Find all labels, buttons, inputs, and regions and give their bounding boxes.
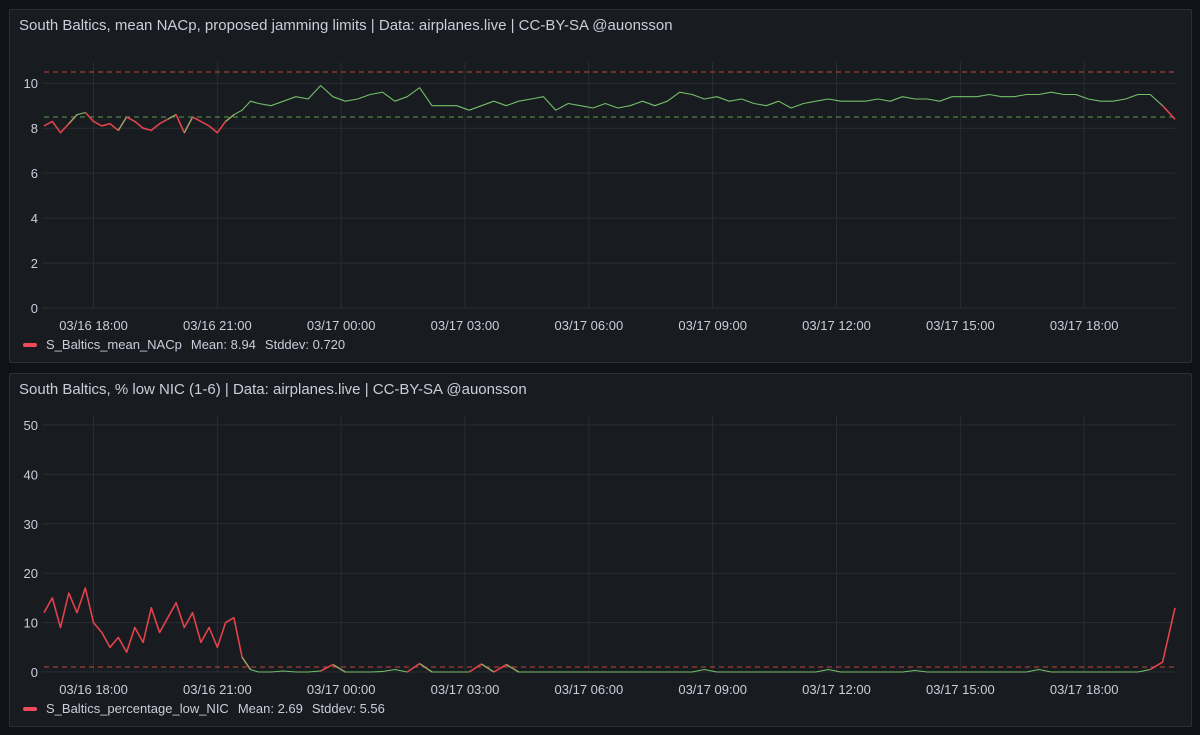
x-tick-label: 03/17 18:00 [1050,318,1119,333]
x-tick-label: 03/17 12:00 [802,682,871,697]
series-line[interactable] [241,656,334,673]
y-tick-label: 10 [24,76,38,91]
series-line[interactable] [468,663,495,673]
legend-mean: Mean: 8.94 [190,337,256,352]
x-tick-label: 03/16 21:00 [183,682,252,697]
y-tick-label: 4 [31,211,38,226]
nacp-panel: South Baltics, mean NACp, proposed jammi… [9,9,1192,363]
x-tick-label: 03/16 18:00 [59,682,128,697]
y-tick-label: 6 [31,166,38,181]
y-tick-label: 2 [31,256,38,271]
y-tick-label: 8 [31,121,38,136]
x-tick-label: 03/17 03:00 [431,318,500,333]
x-tick-label: 03/17 00:00 [307,318,376,333]
legend-swatch [23,706,37,711]
series-line[interactable] [225,84,1176,122]
series-line[interactable] [481,663,507,673]
legend[interactable]: S_Baltics_percentage_low_NIC Mean: 2.69 … [23,701,385,716]
x-tick-label: 03/17 06:00 [555,318,624,333]
legend-stddev: Stddev: 5.56 [311,701,385,716]
x-tick-label: 03/16 18:00 [59,318,128,333]
series-line[interactable] [1149,607,1176,671]
series-line[interactable] [332,663,420,673]
x-tick-label: 03/17 09:00 [678,318,747,333]
series-line[interactable] [406,662,433,673]
x-tick-label: 03/17 03:00 [431,682,500,697]
legend[interactable]: S_Baltics_mean_NACp Mean: 8.94 Stddev: 0… [23,337,345,352]
legend-stddev: Stddev: 0.720 [264,337,346,352]
x-tick-label: 03/17 12:00 [802,318,871,333]
legend-series-name[interactable]: S_Baltics_percentage_low_NIC [46,701,229,716]
y-tick-label: 10 [24,616,38,631]
x-tick-label: 03/16 21:00 [183,318,252,333]
series-line[interactable] [493,663,520,673]
x-tick-label: 03/17 15:00 [926,682,995,697]
legend-mean: Mean: 2.69 [237,701,303,716]
x-tick-label: 03/17 15:00 [926,318,995,333]
y-tick-label: 0 [31,665,38,680]
low-nic-panel: South Baltics, % low NIC (1-6) | Data: a… [9,373,1192,727]
series-line[interactable] [43,587,252,670]
low-nic-chart: 0 10 20 30 40 50 03/16 18:00 03/16 21:00 03/17 0… [24,415,1176,697]
x-tick-label: 03/17 09:00 [678,682,747,697]
x-tick-label: 03/17 00:00 [307,682,376,697]
y-tick-label: 40 [24,467,38,482]
y-tick-label: 20 [24,566,38,581]
x-tick-label: 03/17 06:00 [555,682,624,697]
legend-swatch [23,342,37,347]
y-tick-label: 0 [31,301,38,316]
y-tick-label: 50 [24,418,38,433]
x-tick-label: 03/17 18:00 [1050,682,1119,697]
y-tick-label: 30 [24,517,38,532]
nacp-chart: 0 2 4 6 8 10 03/16 18:00 03/16 21:00 03/17 00:00… [24,62,1176,333]
legend-series-name[interactable]: S_Baltics_mean_NACp [46,337,182,352]
